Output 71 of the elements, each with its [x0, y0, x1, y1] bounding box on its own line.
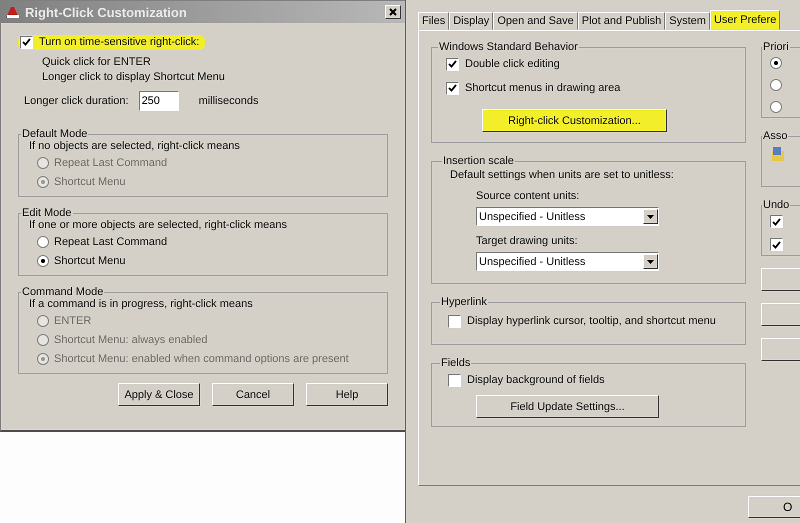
- radio-button[interactable]: [770, 101, 782, 113]
- check-icon: [772, 218, 781, 226]
- window-title: Right-Click Customization: [25, 4, 187, 20]
- checkbox[interactable]: [446, 58, 459, 70]
- field-settings-button[interactable]: Field Update Settings...: [476, 395, 659, 418]
- units-dropdown[interactable]: Unspecified - Unitless: [476, 207, 659, 226]
- checkbox[interactable]: [446, 82, 459, 94]
- checkbox[interactable]: [770, 238, 783, 251]
- customization-button[interactable]: Right-click Customization...: [482, 109, 667, 132]
- group-description: If no objects are selected, right-click means: [29, 140, 241, 152]
- group-description: If one or more objects are selected, right-click means: [29, 219, 288, 231]
- checkbox[interactable]: [770, 215, 783, 228]
- check-icon: [22, 38, 31, 46]
- dialog-button[interactable]: Cancel: [212, 383, 294, 406]
- tab[interactable]: System: [665, 12, 710, 30]
- check-icon: [448, 84, 457, 92]
- dialog-button[interactable]: Apply & Close: [118, 383, 200, 406]
- checkbox-label: Display background of fields: [467, 374, 605, 386]
- close-button[interactable]: [385, 5, 401, 19]
- checkbox-label: Shortcut menus in drawing area: [465, 82, 620, 94]
- hint-text: Quick click for ENTER: [42, 55, 152, 70]
- radio-label: Shortcut Menu: [54, 176, 126, 188]
- radio-label: ENTER: [54, 314, 92, 326]
- unit-label: milliseconds: [198, 95, 258, 107]
- group-title: Default Mode: [21, 128, 88, 140]
- radio-label: Repeat Last Command: [54, 156, 168, 168]
- tab[interactable]: Files: [418, 12, 450, 30]
- app-logo-icon: [5, 5, 21, 19]
- field-label: Source content units:: [476, 190, 580, 202]
- checkbox[interactable]: [448, 374, 461, 386]
- group-title: Insertion scale: [442, 155, 515, 167]
- group-title: Undo: [762, 199, 790, 211]
- group-title: Windows Standard Behavior: [438, 41, 579, 53]
- checkbox-label: Turn on time-sensitive right-click:: [39, 36, 200, 48]
- group-title: Edit Mode: [21, 207, 73, 219]
- checkbox-label: Display hyperlink cursor, tooltip, and shortcut menu: [467, 315, 716, 327]
- group-title: Command Mode: [21, 286, 104, 298]
- group-title: Fields: [440, 357, 472, 369]
- dropdown-arrow-icon: [647, 214, 654, 218]
- radio-button[interactable]: [37, 254, 49, 266]
- radio-label: Repeat Last Command: [54, 236, 168, 248]
- group-title: Priori: [762, 41, 790, 53]
- check-icon: [772, 240, 781, 248]
- units-dropdown[interactable]: Unspecified - Unitless: [476, 252, 659, 271]
- radio-button[interactable]: [770, 79, 782, 91]
- hint-text: Longer click to display Shortcut Menu: [42, 70, 226, 85]
- radio-label: Shortcut Menu: enabled when command options are present: [54, 352, 349, 364]
- group-title: Asso: [762, 130, 788, 142]
- check-icon: [448, 60, 457, 68]
- close-icon: [389, 8, 397, 16]
- tab[interactable]: Open and Save: [493, 12, 578, 30]
- dialog-button[interactable]: Help: [306, 383, 388, 406]
- dropdown-arrow-icon: [647, 260, 654, 264]
- tab[interactable]: Plot and Publish: [578, 12, 666, 30]
- duration-field[interactable]: 250: [138, 91, 179, 111]
- group-description: Default settings when units are set to unitless:: [450, 169, 675, 181]
- document-icon: [770, 146, 786, 162]
- radio-button[interactable]: [37, 236, 49, 248]
- tab[interactable]: Display: [449, 12, 494, 30]
- group-title: Hyperlink: [440, 296, 488, 308]
- radio-button[interactable]: [770, 57, 782, 69]
- tab[interactable]: User Prefere: [710, 10, 780, 30]
- ok-button[interactable]: O: [748, 496, 800, 518]
- field-label: Target drawing units:: [476, 235, 578, 247]
- radio-label: Shortcut Menu: always enabled: [54, 334, 208, 346]
- radio-label: Shortcut Menu: [54, 254, 126, 266]
- field-label: Longer click duration:: [24, 95, 129, 107]
- checkbox[interactable]: [20, 36, 33, 48]
- group-description: If a command is in progress, right-click means: [29, 298, 254, 310]
- checkbox[interactable]: [448, 314, 461, 328]
- checkbox-label: Double click editing: [465, 58, 560, 70]
